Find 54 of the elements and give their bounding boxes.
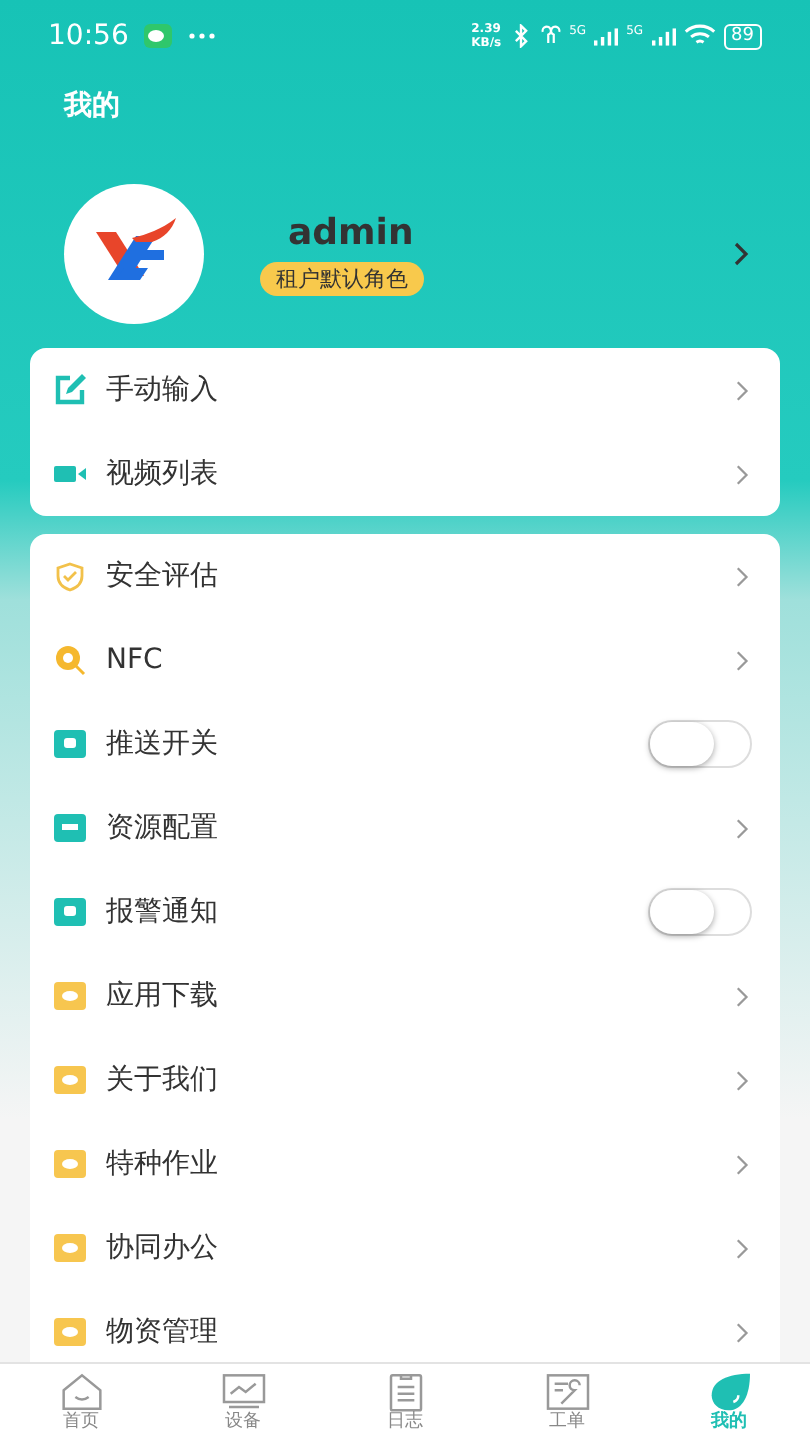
chevron-icon xyxy=(736,379,750,401)
chevron-icon[interactable] xyxy=(734,241,750,265)
card-icon xyxy=(52,810,88,846)
earbuds-icon xyxy=(539,24,562,48)
tab[interactable]: 工单 xyxy=(486,1364,648,1440)
chat-icon xyxy=(52,1062,88,1098)
status-time: 10:56 xyxy=(48,20,129,52)
menu-item[interactable]: 协同办公 xyxy=(30,1206,780,1290)
menu-item[interactable]: 安全评估 xyxy=(30,534,780,618)
more-icon xyxy=(188,32,217,40)
chevron-icon xyxy=(736,1321,750,1343)
tools-icon xyxy=(543,1371,591,1411)
chevron-icon xyxy=(736,565,750,587)
menu-item[interactable]: 特种作业 xyxy=(30,1122,780,1206)
chevron-icon xyxy=(736,1237,750,1259)
menu-item[interactable]: 推送开关 xyxy=(30,702,780,786)
signal-icon xyxy=(651,27,676,45)
shield-icon xyxy=(52,558,88,594)
bluetooth-icon xyxy=(509,24,532,48)
tab[interactable]: 日志 xyxy=(324,1364,486,1440)
home-icon xyxy=(57,1371,105,1411)
chevron-icon xyxy=(736,985,750,1007)
menu-item[interactable]: 应用下载 xyxy=(30,954,780,1038)
role-badge: 租户默认角色 xyxy=(260,261,424,295)
menu-item[interactable]: 物资管理 xyxy=(30,1290,780,1362)
menu-item[interactable]: NFC xyxy=(30,618,780,702)
menu-item[interactable]: 视频列表 xyxy=(30,432,780,516)
user-name: admin xyxy=(288,211,414,253)
signal-icon xyxy=(594,27,619,45)
chat-icon xyxy=(52,978,88,1014)
toggle-switch[interactable] xyxy=(648,888,752,936)
chat-icon xyxy=(52,1146,88,1182)
battery-level: 89 xyxy=(723,23,762,49)
chevron-icon xyxy=(736,1153,750,1175)
chat-icon xyxy=(52,1314,88,1350)
edit-icon xyxy=(52,372,88,408)
chat-icon xyxy=(52,1230,88,1266)
wifi-icon xyxy=(683,24,716,48)
menu-item[interactable]: 关于我们 xyxy=(30,1038,780,1122)
tab[interactable]: 首页 xyxy=(0,1364,162,1440)
page-title: 我的 xyxy=(61,88,122,126)
menu-item[interactable]: 报警通知 xyxy=(30,870,780,954)
chevron-icon xyxy=(736,1069,750,1091)
tab[interactable]: 设备 xyxy=(162,1364,324,1440)
menu-item[interactable]: 资源配置 xyxy=(30,786,780,870)
chevron-icon xyxy=(736,649,750,671)
chevron-icon xyxy=(736,817,750,839)
search-icon xyxy=(52,642,88,678)
menu-item[interactable]: 手动输入 xyxy=(30,348,780,432)
chevron-icon xyxy=(736,463,750,485)
chat-app-icon xyxy=(144,24,173,48)
toggle-switch[interactable] xyxy=(648,720,752,768)
monitor-icon xyxy=(219,1371,267,1411)
avatar-logo xyxy=(64,183,204,323)
